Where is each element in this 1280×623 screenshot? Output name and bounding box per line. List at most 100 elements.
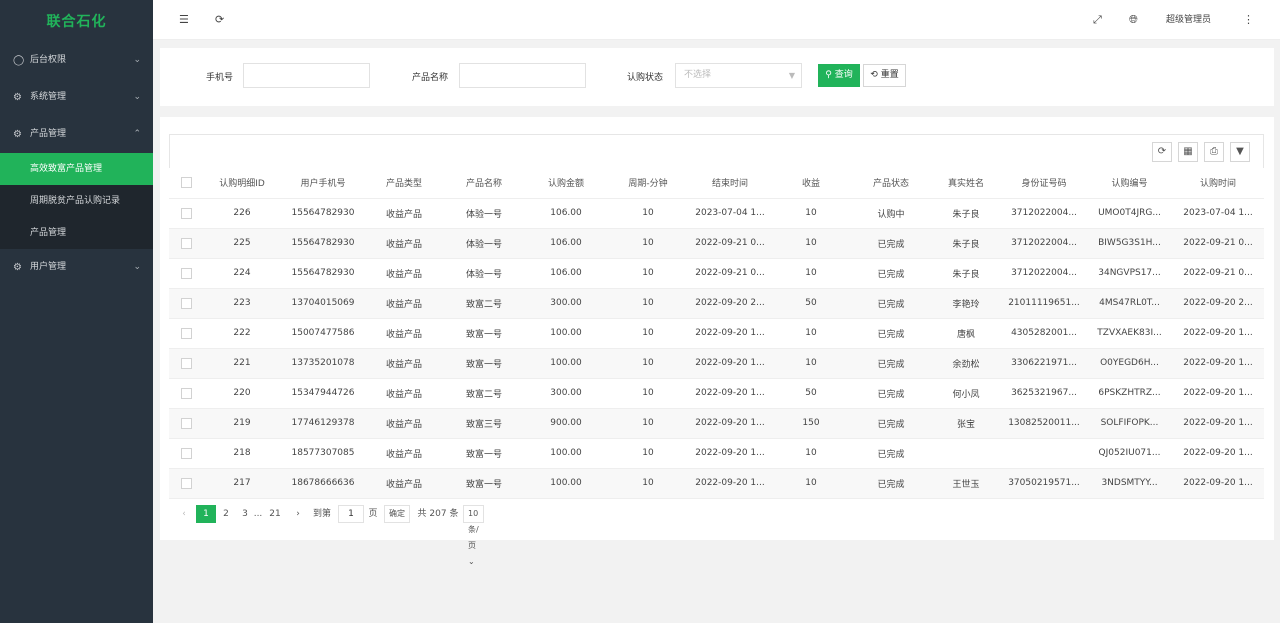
goto-page-input[interactable] — [338, 505, 364, 523]
table-cell: 何小凤 — [931, 378, 1001, 409]
goto-confirm-button[interactable]: 确定 — [384, 505, 410, 523]
table-cell: 致富一号 — [443, 438, 525, 469]
table-cell: 致富二号 — [443, 288, 525, 319]
col-header[interactable]: 认购编号 — [1087, 168, 1172, 199]
user-menu[interactable]: 超级管理员 — [1166, 0, 1211, 40]
table-cell: 已完成 — [851, 348, 931, 379]
row-checkbox[interactable] — [169, 438, 203, 469]
col-header[interactable]: 认购时间 — [1172, 168, 1264, 199]
table-row[interactable]: 224 15564782930 收益产品 体验一号 106.00 10 2022-09-21… — [169, 258, 1264, 289]
table-row[interactable]: 221 13735201078 收益产品 致富一号 100.00 10 2022-09-20… — [169, 348, 1264, 379]
col-header[interactable]: 产品状态 — [851, 168, 931, 199]
row-checkbox[interactable] — [169, 408, 203, 439]
table-cell: 3625321967... — [1001, 378, 1087, 409]
table-cell: 50 — [771, 288, 851, 319]
table-row[interactable]: 217 18678666636 收益产品 致富一号 100.00 10 2022-09-20… — [169, 468, 1264, 499]
product-name-input[interactable] — [459, 63, 586, 88]
submenu-cycle-subscription-records[interactable]: 周期脱贫产品认购记录 — [0, 185, 153, 217]
page-3[interactable]: 3 — [239, 505, 251, 523]
table-cell: UMO0T4JRG... — [1087, 198, 1172, 229]
submenu-product-management[interactable]: 产品管理 — [0, 217, 153, 249]
menu-user-management[interactable]: ⚙ 用户管理 ⌄ — [0, 249, 153, 286]
table-cell: 收益产品 — [365, 468, 443, 499]
table-cell: 10 — [771, 258, 851, 289]
row-checkbox[interactable] — [169, 258, 203, 289]
table-cell: 18577307085 — [281, 438, 365, 469]
table-row[interactable]: 220 15347944726 收益产品 致富二号 300.00 10 2022-09-20… — [169, 378, 1264, 409]
col-header[interactable]: 用户手机号 — [281, 168, 365, 199]
product-submenu: 高效致富产品管理 周期脱贫产品认购记录 产品管理 — [0, 153, 153, 249]
table-cell: 2022-09-20 1... — [1172, 378, 1264, 409]
phone-label: 手机号 — [206, 73, 234, 83]
menu-label: 用户管理 — [30, 262, 67, 272]
row-checkbox[interactable] — [169, 468, 203, 499]
page-1[interactable]: 1 — [196, 505, 216, 523]
table-row[interactable]: 226 15564782930 收益产品 体验一号 106.00 10 2023-07-04… — [169, 198, 1264, 229]
table-cell: 2022-09-20 2... — [1172, 288, 1264, 319]
table-cell: 收益产品 — [365, 288, 443, 319]
page-size-select[interactable]: 10 条/页 ⌄ — [463, 505, 484, 566]
print-button[interactable]: ⎙ — [1204, 142, 1224, 162]
table-cell: 225 — [203, 228, 281, 259]
table-row[interactable]: 218 18577307085 收益产品 致富一号 100.00 10 2022-09-20… — [169, 438, 1264, 469]
table-cell: 221 — [203, 348, 281, 379]
prev-page-icon[interactable]: ‹ — [178, 505, 190, 523]
columns-button[interactable]: ▦ — [1178, 142, 1198, 162]
refresh-table-button[interactable]: ⟳ — [1152, 142, 1172, 162]
total-count: 共 207 条 — [417, 509, 459, 519]
page-21[interactable]: 21 — [267, 505, 283, 523]
select-all-checkbox[interactable] — [169, 168, 203, 199]
table-cell: 10 — [607, 408, 689, 439]
menu-toggle-icon[interactable]: ☰ — [179, 0, 189, 40]
page-2[interactable]: 2 — [220, 505, 232, 523]
menu-system-management[interactable]: ⚙ 系统管理 ⌄ — [0, 79, 153, 116]
menu-admin-permissions[interactable]: ◯ 后台权限 ⌄ — [0, 42, 153, 79]
table-row[interactable]: 225 15564782930 收益产品 体验一号 106.00 10 2022-09-21… — [169, 228, 1264, 259]
col-header[interactable]: 认购金额 — [525, 168, 607, 199]
globe-icon[interactable]: 🌐︎ — [1129, 0, 1138, 40]
col-header[interactable]: 真实姓名 — [931, 168, 1001, 199]
page-size-label: 10 条/页 — [468, 509, 479, 550]
col-header[interactable]: 周期-分钟 — [607, 168, 689, 199]
table-cell: 10 — [771, 318, 851, 349]
col-header[interactable]: 认购明细ID — [203, 168, 281, 199]
table-row[interactable]: 219 17746129378 收益产品 致富三号 900.00 10 2022-09-20… — [169, 408, 1264, 439]
subscription-status-select[interactable]: 不选择 ▼ — [675, 63, 802, 88]
reset-button[interactable]: ⟲ 重置 — [863, 64, 906, 87]
table-cell: 体验一号 — [443, 228, 525, 259]
submenu-high-yield-products[interactable]: 高效致富产品管理 — [0, 153, 153, 185]
caret-down-icon: ▼ — [788, 71, 795, 80]
row-checkbox[interactable] — [169, 198, 203, 229]
table-cell: 218 — [203, 438, 281, 469]
col-header[interactable]: 收益 — [771, 168, 851, 199]
chevron-up-icon: ⌃ — [133, 129, 141, 139]
row-checkbox[interactable] — [169, 228, 203, 259]
table-row[interactable]: 222 15007477586 收益产品 致富一号 100.00 10 2022-09-20… — [169, 318, 1264, 349]
table-cell: 致富一号 — [443, 348, 525, 379]
search-panel: 手机号 产品名称 认购状态 不选择 ▼ ⚲ 查询 ⟲ 重置 — [160, 48, 1274, 106]
col-header[interactable]: 产品类型 — [365, 168, 443, 199]
more-vertical-icon[interactable]: ⋮ — [1243, 0, 1254, 40]
col-header[interactable]: 结束时间 — [689, 168, 771, 199]
table-cell: 10 — [771, 468, 851, 499]
row-checkbox[interactable] — [169, 318, 203, 349]
phone-input[interactable] — [243, 63, 370, 88]
refresh-icon: ⟳ — [1157, 146, 1167, 157]
row-checkbox[interactable] — [169, 378, 203, 409]
search-button[interactable]: ⚲ 查询 — [818, 64, 860, 87]
col-header[interactable]: 身份证号码 — [1001, 168, 1087, 199]
row-checkbox[interactable] — [169, 348, 203, 379]
table-cell: 体验一号 — [443, 258, 525, 289]
refresh-icon[interactable]: ⟳ — [215, 0, 224, 40]
table-cell: 21011119651... — [1001, 288, 1087, 319]
next-page-icon[interactable]: › — [292, 505, 304, 523]
export-button[interactable]: ▼ — [1230, 142, 1250, 162]
menu-product-management[interactable]: ⚙ 产品管理 ⌃ — [0, 116, 153, 153]
menu-label: 系统管理 — [30, 92, 67, 102]
table-cell: 223 — [203, 288, 281, 319]
fullscreen-icon[interactable]: ⤢ — [1093, 0, 1102, 40]
col-header[interactable]: 产品名称 — [443, 168, 525, 199]
row-checkbox[interactable] — [169, 288, 203, 319]
table-cell: 收益产品 — [365, 318, 443, 349]
table-row[interactable]: 223 13704015069 收益产品 致富二号 300.00 10 2022-09-20… — [169, 288, 1264, 319]
